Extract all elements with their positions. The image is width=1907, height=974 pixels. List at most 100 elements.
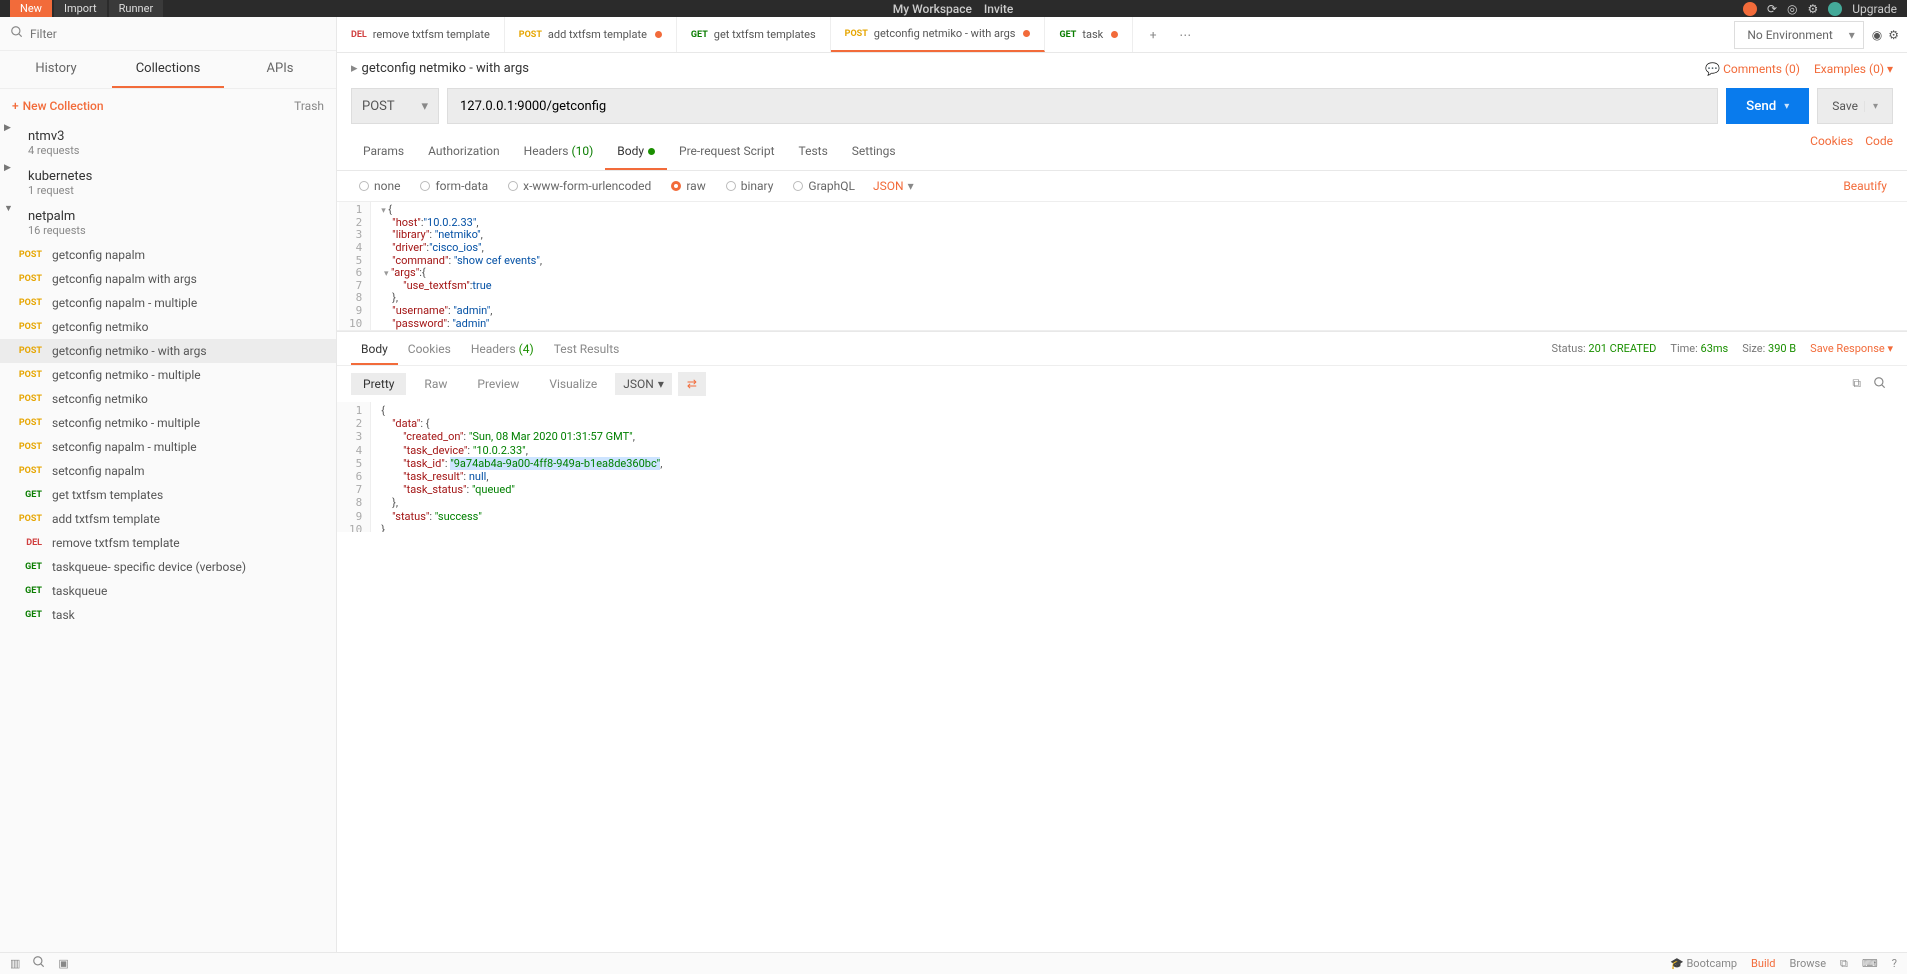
tab-authorization[interactable]: Authorization (416, 134, 512, 170)
radio-none[interactable]: none (351, 179, 408, 193)
url-input[interactable] (447, 88, 1718, 124)
method-select[interactable]: POST (351, 88, 439, 124)
sidebar-request-item[interactable]: POSTgetconfig napalm - multiple (0, 291, 336, 315)
code-link[interactable]: Code (1865, 134, 1893, 170)
sidebar-request-item[interactable]: GETget txtfsm templates (0, 483, 336, 507)
collection-ntmv3[interactable]: ▶ ntmv3 4 requests (0, 123, 336, 163)
tab-options-button[interactable]: ⋯ (1171, 21, 1199, 49)
request-tab[interactable]: DELremove txtfsm template (337, 17, 505, 52)
save-response-button[interactable]: Save Response ▾ (1810, 342, 1893, 355)
sidebar-request-item[interactable]: POSTadd txtfsm template (0, 507, 336, 531)
sidebar-request-item[interactable]: POSTgetconfig napalm with args (0, 267, 336, 291)
invite-button[interactable]: Invite (984, 2, 1014, 16)
response-tabs: Body Cookies Headers (4) Test Results St… (337, 332, 1907, 366)
tab-apis[interactable]: APIs (224, 51, 336, 88)
status-bar: ▥ ▣ 🎓 Bootcamp Build Browse ⧉ ⌨ ? (0, 952, 1907, 974)
copy-response-icon[interactable]: ⧉ (1852, 376, 1861, 393)
sidebar-request-item[interactable]: POSTsetconfig napalm - multiple (0, 435, 336, 459)
filter-input[interactable] (30, 27, 326, 41)
response-body-viewer[interactable]: 1 2 3 4 5 6 7 8 9 10 { "data": { "create… (337, 402, 1907, 532)
sidebar: History Collections APIs +New Collection… (0, 17, 337, 952)
settings-icon[interactable]: ⚙ (1807, 2, 1818, 16)
new-button[interactable]: New (10, 0, 52, 17)
collection-netpalm[interactable]: ▼ netpalm 16 requests (0, 203, 336, 243)
sidebar-request-item[interactable]: DELremove txtfsm template (0, 531, 336, 555)
restab-headers[interactable]: Headers (4) (461, 342, 544, 356)
build-link[interactable]: Build (1751, 957, 1775, 970)
pretty-button[interactable]: Pretty (351, 373, 406, 395)
notification-icon[interactable] (1743, 2, 1757, 16)
new-tab-button[interactable]: + (1139, 21, 1167, 49)
tab-headers[interactable]: Headers (10) (512, 134, 606, 170)
sidebar-toggle-icon[interactable]: ▥ (10, 957, 20, 970)
examples-link[interactable]: Examples (0) ▾ (1814, 62, 1893, 76)
sidebar-request-item[interactable]: POSTsetconfig napalm (0, 459, 336, 483)
filter-row (0, 17, 336, 51)
body-format-select[interactable]: JSON (867, 179, 920, 193)
save-button[interactable]: Save (1817, 88, 1893, 124)
visualize-button[interactable]: Visualize (537, 373, 609, 395)
search-response-icon[interactable] (1873, 376, 1887, 393)
collection-kubernetes[interactable]: ▶ kubernetes 1 request (0, 163, 336, 203)
send-button[interactable]: Send (1726, 88, 1809, 124)
restab-testresults[interactable]: Test Results (544, 342, 630, 356)
sidebar-request-item[interactable]: POSTsetconfig netmiko - multiple (0, 411, 336, 435)
wrap-lines-icon[interactable]: ⇄ (678, 372, 706, 396)
radio-urlencoded[interactable]: x-www-form-urlencoded (500, 179, 659, 193)
response-format-row: Pretty Raw Preview Visualize JSON ⇄ ⧉ (337, 366, 1907, 402)
workspace-label[interactable]: My Workspace Invite (163, 2, 1743, 16)
new-collection-button[interactable]: +New Collection (12, 99, 104, 113)
browse-link[interactable]: Browse (1790, 957, 1827, 970)
sidebar-request-item[interactable]: GETtaskqueue (0, 579, 336, 603)
sidebar-request-item[interactable]: GETtask (0, 603, 336, 627)
environment-select[interactable]: No Environment (1734, 21, 1863, 49)
cookies-link[interactable]: Cookies (1810, 134, 1853, 170)
trash-link[interactable]: Trash (294, 99, 324, 113)
tab-body[interactable]: Body (605, 134, 667, 170)
keyboard-icon[interactable]: ⌨ (1862, 957, 1878, 970)
tab-params[interactable]: Params (351, 134, 416, 170)
two-pane-icon[interactable]: ⧉ (1840, 957, 1848, 971)
sidebar-request-item[interactable]: GETtaskqueue- specific device (verbose) (0, 555, 336, 579)
tab-tests[interactable]: Tests (787, 134, 840, 170)
code[interactable]: ▾{ "host":"10.0.2.33", "library": "netmi… (371, 202, 552, 330)
sidebar-request-item[interactable]: POSTgetconfig netmiko - multiple (0, 363, 336, 387)
sidebar-request-item[interactable]: POSTsetconfig netmiko (0, 387, 336, 411)
bootcamp-link[interactable]: 🎓 Bootcamp (1670, 957, 1737, 970)
request-tab[interactable]: POSTadd txtfsm template (505, 17, 677, 52)
tab-history[interactable]: History (0, 51, 112, 88)
console-icon[interactable]: ▣ (58, 957, 68, 970)
beautify-button[interactable]: Beautify (1843, 179, 1893, 193)
import-button[interactable]: Import (54, 0, 107, 17)
tab-collections[interactable]: Collections (112, 51, 224, 88)
runner-button[interactable]: Runner (109, 0, 164, 17)
radio-binary[interactable]: binary (718, 179, 782, 193)
capture-icon[interactable]: ◎ (1787, 2, 1797, 16)
preview-button[interactable]: Preview (465, 373, 531, 395)
avatar[interactable] (1828, 2, 1842, 16)
request-body-editor[interactable]: 1 2 3 4 5 6 7 8 9 10 11 ▾{ "host":"10.0.… (337, 201, 1907, 331)
env-quicklook-icon[interactable]: ◉ (1872, 28, 1882, 42)
response-type-select[interactable]: JSON (615, 373, 672, 395)
sidebar-request-item[interactable]: POSTgetconfig netmiko - with args (0, 339, 336, 363)
env-settings-icon[interactable]: ⚙ (1888, 28, 1899, 42)
restab-cookies[interactable]: Cookies (398, 342, 461, 356)
request-tab[interactable]: GETtask (1045, 17, 1133, 52)
find-icon[interactable] (32, 955, 46, 972)
tab-prerequest[interactable]: Pre-request Script (667, 134, 786, 170)
tab-settings[interactable]: Settings (840, 134, 908, 170)
radio-formdata[interactable]: form-data (412, 179, 496, 193)
method-badge: POST (14, 466, 42, 476)
help-icon[interactable]: ? (1892, 957, 1897, 970)
sidebar-request-item[interactable]: POSTgetconfig netmiko (0, 315, 336, 339)
upgrade-button[interactable]: Upgrade (1852, 2, 1897, 16)
radio-raw[interactable]: raw (663, 179, 713, 193)
request-tab[interactable]: POSTgetconfig netmiko - with args (831, 17, 1046, 52)
request-tab[interactable]: GETget txtfsm templates (677, 17, 831, 52)
restab-body[interactable]: Body (351, 333, 398, 365)
comments-link[interactable]: 💬 Comments (0) (1705, 62, 1800, 76)
sidebar-request-item[interactable]: POSTgetconfig napalm (0, 243, 336, 267)
raw-button[interactable]: Raw (412, 373, 459, 395)
sync-icon[interactable]: ⟳ (1767, 2, 1777, 16)
radio-graphql[interactable]: GraphQL (785, 179, 863, 193)
